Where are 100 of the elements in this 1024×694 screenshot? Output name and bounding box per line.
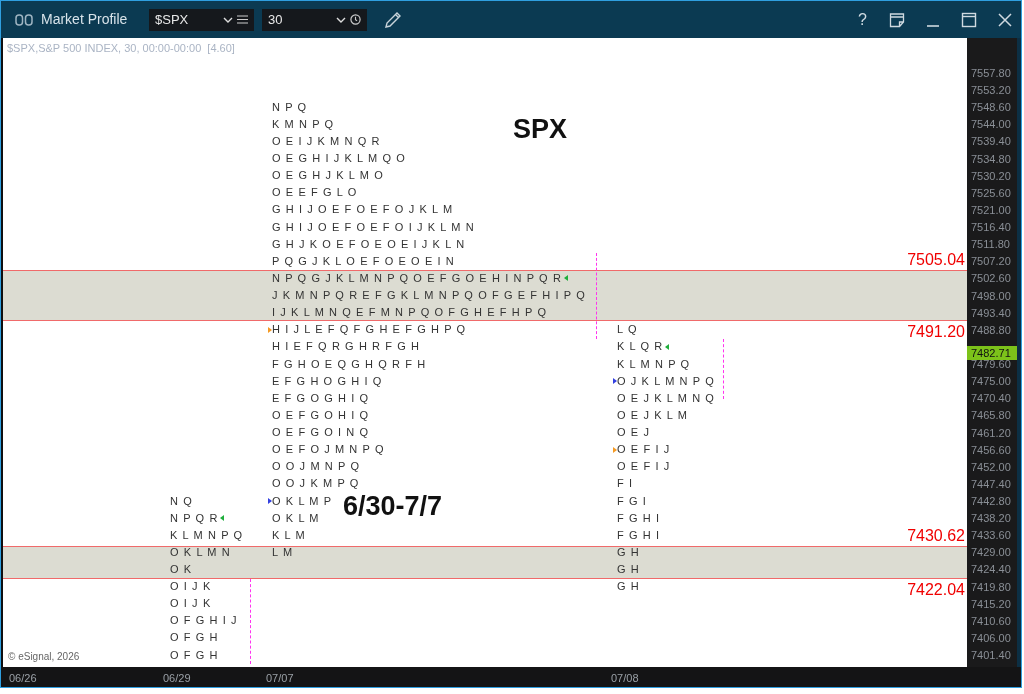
profile-letters: N P Q G J K L M N P Q O E F G O E H I N P Q R — [272, 270, 562, 286]
profile-marker-icon — [665, 343, 669, 350]
price-label: 7544.00 — [971, 117, 1011, 132]
profile-letters: G H I J O E F O E F O J K L M — [272, 202, 454, 218]
profile-letters: F G H I — [617, 527, 661, 543]
profile-letters: O I J K — [170, 579, 212, 595]
profile-marker-icon — [220, 515, 224, 522]
profile-letters: O E F I J — [617, 459, 671, 475]
price-label: 7442.80 — [971, 494, 1011, 508]
price-label: 7447.40 — [971, 476, 1011, 491]
value-area-low-label: 7422.04 — [907, 580, 965, 599]
symbol-dropdown[interactable]: $SPX — [149, 8, 254, 31]
menu-icon — [237, 15, 248, 24]
interval-dropdown[interactable]: 30 — [262, 8, 367, 31]
price-label: 7415.20 — [971, 596, 1011, 611]
profile-letters: H I J L E F Q F G H E F G H P Q — [272, 322, 467, 338]
profile-letters: K L M — [272, 527, 306, 543]
price-label: 7502.60 — [971, 271, 1011, 286]
profile-letters: L Q — [617, 322, 638, 338]
profile-letters: O F G H I J — [170, 613, 238, 629]
profile-letters: O O J M N P Q — [272, 459, 361, 475]
price-label: 7534.80 — [971, 151, 1011, 166]
layout-icon[interactable] — [15, 13, 33, 26]
profile-letters: K L M N P Q — [617, 356, 691, 372]
profile-letters: P Q G J K L O E F O E O E I N — [272, 253, 455, 269]
price-label: 7470.40 — [971, 391, 1011, 406]
price-label: 7410.60 — [971, 613, 1011, 628]
profile-letters: K M N P Q — [272, 116, 335, 132]
price-label: 7548.60 — [971, 100, 1011, 115]
price-label: 7498.00 — [971, 288, 1011, 303]
profile-marker-icon — [564, 275, 568, 282]
profile-letters: F G H I — [617, 510, 661, 526]
price-label: 7488.80 — [971, 322, 1011, 337]
price-label: 7433.60 — [971, 528, 1011, 543]
profile-letters: N P Q — [272, 99, 308, 115]
profile-letters: O I J K — [170, 596, 212, 612]
price-label: 7429.00 — [971, 545, 1011, 560]
chart-info-text: $SPX,S&P 500 INDEX, 30, 00:00-00:00 [4.60] — [7, 41, 235, 56]
profile-letters: K L Q R — [617, 339, 664, 355]
maximize-icon[interactable] — [961, 11, 977, 28]
price-label: 7461.20 — [971, 425, 1011, 440]
date-label: 07/08 — [611, 671, 639, 686]
price-label: 7539.40 — [971, 134, 1011, 149]
profile-letters: G H — [617, 579, 640, 595]
profile-marker-icon — [268, 498, 272, 504]
profile-letters: J K M N P Q R E F G K L M N P Q O F G E F H I P Q — [272, 288, 586, 304]
profile-letters: O E J K L M N Q — [617, 390, 715, 406]
profile-letters: G H I J O E F O E F O I J K L M N — [272, 219, 475, 235]
profile-letters: O K — [170, 561, 193, 577]
profile-letters: H I E F Q R G H R F G H — [272, 339, 421, 355]
price-label: 7516.40 — [971, 220, 1011, 235]
profile-letters: O O J K M P Q — [272, 476, 360, 492]
copyright-text: © eSignal, 2026 — [8, 650, 80, 664]
price-label: 7465.80 — [971, 408, 1011, 423]
chart-annotation: 6/30-7/7 — [343, 491, 443, 522]
profile-letters: O E I J K M N Q R — [272, 133, 381, 149]
profile-letters: O K L M — [272, 510, 320, 526]
profile-letters: O F G H — [170, 647, 219, 663]
profile-letters: O F G H — [170, 630, 219, 646]
clock-icon — [350, 14, 361, 25]
profile-letters: O E J K L M — [617, 407, 688, 423]
profile-letters: O E G H I J K L M Q O — [272, 151, 406, 167]
profile-letters: O E F G O I N Q — [272, 425, 370, 440]
caret-icon — [223, 16, 233, 23]
last-price-tag: 7482.71 — [967, 345, 1017, 360]
price-label: 7401.40 — [971, 648, 1011, 663]
date-label: 06/26 — [9, 671, 37, 686]
profile-letters: E F G H O G H I Q — [272, 373, 383, 389]
price-label: 7507.20 — [971, 254, 1011, 269]
price-label: 7557.80 — [971, 66, 1011, 80]
profile-letters: G H J K O E F O E O E I J K L N — [272, 236, 466, 252]
profile-letters: F G I — [617, 493, 647, 509]
notes-icon[interactable] — [889, 11, 905, 28]
profile-letters: O K L M P — [272, 493, 333, 509]
profile-letters: E F G O G H I Q — [272, 390, 370, 406]
profile-letters: N Q — [170, 493, 193, 509]
price-label: 7456.60 — [971, 442, 1011, 457]
profile-letters: L M — [272, 544, 294, 560]
profile-letters: O K L M N — [170, 544, 231, 560]
price-label: 7479.60 — [971, 357, 1011, 372]
chart-annotation: SPX — [513, 114, 568, 145]
profile-letters: K L M N P Q — [170, 527, 244, 543]
profile-letters: N P Q R — [170, 510, 219, 526]
close-icon[interactable] — [997, 11, 1013, 28]
price-label: 7438.20 — [971, 511, 1011, 526]
price-label: 7553.20 — [971, 83, 1011, 98]
profile-letters: O E J — [617, 425, 650, 440]
window-title: Market Profile — [41, 10, 129, 29]
value-area-low-label: 7491.20 — [907, 323, 965, 342]
price-label: 7493.40 — [971, 305, 1011, 320]
price-label: 7419.80 — [971, 579, 1011, 594]
profile-marker-icon — [613, 446, 617, 453]
profile-marker-icon — [268, 326, 272, 333]
value-area-high-label: 7430.62 — [907, 526, 965, 545]
profile-letters: O J K L M N P Q — [617, 373, 715, 389]
value-area-high-label: 7505.04 — [907, 250, 965, 269]
caret-icon — [336, 16, 346, 23]
price-label: 7424.40 — [971, 562, 1011, 577]
range-line — [723, 338, 724, 399]
help-button[interactable]: ? — [858, 7, 867, 32]
